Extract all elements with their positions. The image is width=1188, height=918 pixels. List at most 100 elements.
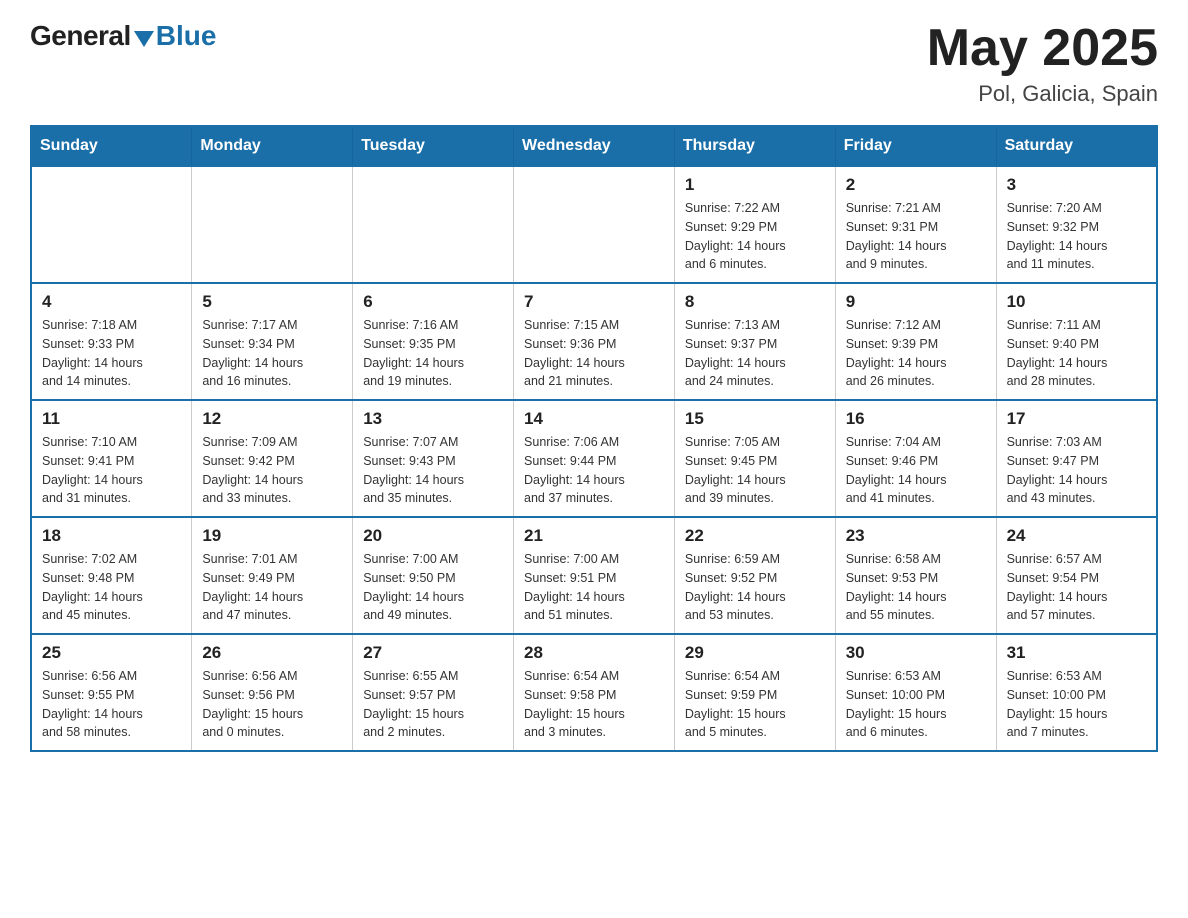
day-number: 25: [42, 643, 181, 663]
logo: General Blue: [30, 20, 216, 52]
day-number: 4: [42, 292, 181, 312]
day-info: Sunrise: 6:57 AMSunset: 9:54 PMDaylight:…: [1007, 550, 1146, 625]
weekday-header-thursday: Thursday: [674, 126, 835, 166]
weekday-header-wednesday: Wednesday: [514, 126, 675, 166]
calendar-cell: 29 Sunrise: 6:54 AMSunset: 9:59 PMDayligh…: [674, 634, 835, 751]
day-info: Sunrise: 7:16 AMSunset: 9:35 PMDaylight:…: [363, 316, 503, 391]
day-info: Sunrise: 7:10 AMSunset: 9:41 PMDaylight:…: [42, 433, 181, 508]
calendar-cell: 7 Sunrise: 7:15 AMSunset: 9:36 PMDaylight…: [514, 283, 675, 400]
calendar-week-row: 25 Sunrise: 6:56 AMSunset: 9:55 PMDayligh…: [31, 634, 1157, 751]
day-info: Sunrise: 7:09 AMSunset: 9:42 PMDaylight:…: [202, 433, 342, 508]
day-number: 11: [42, 409, 181, 429]
day-info: Sunrise: 7:00 AMSunset: 9:51 PMDaylight:…: [524, 550, 664, 625]
logo-blue-text: Blue: [156, 20, 217, 52]
day-number: 29: [685, 643, 825, 663]
calendar-cell: 12 Sunrise: 7:09 AMSunset: 9:42 PMDayligh…: [192, 400, 353, 517]
day-number: 17: [1007, 409, 1146, 429]
day-number: 1: [685, 175, 825, 195]
day-info: Sunrise: 6:53 AMSunset: 10:00 PMDaylight…: [1007, 667, 1146, 742]
day-info: Sunrise: 6:54 AMSunset: 9:59 PMDaylight:…: [685, 667, 825, 742]
day-number: 9: [846, 292, 986, 312]
day-number: 19: [202, 526, 342, 546]
calendar-cell: 19 Sunrise: 7:01 AMSunset: 9:49 PMDayligh…: [192, 517, 353, 634]
weekday-header-tuesday: Tuesday: [353, 126, 514, 166]
day-info: Sunrise: 6:58 AMSunset: 9:53 PMDaylight:…: [846, 550, 986, 625]
calendar-cell: 30 Sunrise: 6:53 AMSunset: 10:00 PMDaylig…: [835, 634, 996, 751]
calendar-cell: 17 Sunrise: 7:03 AMSunset: 9:47 PMDayligh…: [996, 400, 1157, 517]
day-number: 18: [42, 526, 181, 546]
calendar-cell: [514, 166, 675, 283]
logo-arrow-icon: [134, 31, 154, 47]
day-info: Sunrise: 6:56 AMSunset: 9:55 PMDaylight:…: [42, 667, 181, 742]
calendar-cell: 15 Sunrise: 7:05 AMSunset: 9:45 PMDayligh…: [674, 400, 835, 517]
day-number: 12: [202, 409, 342, 429]
day-info: Sunrise: 7:20 AMSunset: 9:32 PMDaylight:…: [1007, 199, 1146, 274]
calendar-cell: 10Sunrise: 7:11 AMSunset: 9:40 PMDayligh…: [996, 283, 1157, 400]
calendar-cell: 14Sunrise: 7:06 AMSunset: 9:44 PMDayligh…: [514, 400, 675, 517]
calendar-cell: 8 Sunrise: 7:13 AMSunset: 9:37 PMDaylight…: [674, 283, 835, 400]
day-number: 30: [846, 643, 986, 663]
calendar-cell: [192, 166, 353, 283]
day-info: Sunrise: 7:11 AMSunset: 9:40 PMDaylight:…: [1007, 316, 1146, 391]
day-number: 14: [524, 409, 664, 429]
calendar-cell: 3Sunrise: 7:20 AMSunset: 9:32 PMDaylight…: [996, 166, 1157, 283]
day-number: 26: [202, 643, 342, 663]
day-info: Sunrise: 6:56 AMSunset: 9:56 PMDaylight:…: [202, 667, 342, 742]
calendar-cell: [31, 166, 192, 283]
calendar-cell: 31Sunrise: 6:53 AMSunset: 10:00 PMDaylig…: [996, 634, 1157, 751]
logo-general-text: General: [30, 20, 131, 52]
day-info: Sunrise: 7:13 AMSunset: 9:37 PMDaylight:…: [685, 316, 825, 391]
day-info: Sunrise: 6:53 AMSunset: 10:00 PMDaylight…: [846, 667, 986, 742]
day-info: Sunrise: 7:12 AMSunset: 9:39 PMDaylight:…: [846, 316, 986, 391]
day-info: Sunrise: 6:54 AMSunset: 9:58 PMDaylight:…: [524, 667, 664, 742]
day-number: 16: [846, 409, 986, 429]
day-info: Sunrise: 7:18 AMSunset: 9:33 PMDaylight:…: [42, 316, 181, 391]
calendar-cell: 9 Sunrise: 7:12 AMSunset: 9:39 PMDaylight…: [835, 283, 996, 400]
calendar-cell: 21 Sunrise: 7:00 AMSunset: 9:51 PMDayligh…: [514, 517, 675, 634]
day-number: 21: [524, 526, 664, 546]
day-info: Sunrise: 7:00 AMSunset: 9:50 PMDaylight:…: [363, 550, 503, 625]
calendar-week-row: 11 Sunrise: 7:10 AMSunset: 9:41 PMDayligh…: [31, 400, 1157, 517]
weekday-header-monday: Monday: [192, 126, 353, 166]
day-number: 20: [363, 526, 503, 546]
weekday-header-friday: Friday: [835, 126, 996, 166]
day-info: Sunrise: 7:21 AMSunset: 9:31 PMDaylight:…: [846, 199, 986, 274]
calendar-cell: 5 Sunrise: 7:17 AMSunset: 9:34 PMDaylight…: [192, 283, 353, 400]
day-info: Sunrise: 7:17 AMSunset: 9:34 PMDaylight:…: [202, 316, 342, 391]
calendar-cell: 22 Sunrise: 6:59 AMSunset: 9:52 PMDayligh…: [674, 517, 835, 634]
calendar-cell: 16 Sunrise: 7:04 AMSunset: 9:46 PMDayligh…: [835, 400, 996, 517]
day-number: 27: [363, 643, 503, 663]
calendar-cell: 28Sunrise: 6:54 AMSunset: 9:58 PMDayligh…: [514, 634, 675, 751]
weekday-header-sunday: Sunday: [31, 126, 192, 166]
calendar-title: May 2025: [927, 20, 1158, 77]
day-number: 13: [363, 409, 503, 429]
day-info: Sunrise: 7:04 AMSunset: 9:46 PMDaylight:…: [846, 433, 986, 508]
title-block: May 2025 Pol, Galicia, Spain: [927, 20, 1158, 107]
weekday-header-saturday: Saturday: [996, 126, 1157, 166]
calendar-location: Pol, Galicia, Spain: [927, 81, 1158, 107]
day-number: 22: [685, 526, 825, 546]
day-info: Sunrise: 7:05 AMSunset: 9:45 PMDaylight:…: [685, 433, 825, 508]
calendar-cell: 2Sunrise: 7:21 AMSunset: 9:31 PMDaylight…: [835, 166, 996, 283]
calendar-cell: 27Sunrise: 6:55 AMSunset: 9:57 PMDayligh…: [353, 634, 514, 751]
day-info: Sunrise: 7:07 AMSunset: 9:43 PMDaylight:…: [363, 433, 503, 508]
calendar-cell: 24Sunrise: 6:57 AMSunset: 9:54 PMDayligh…: [996, 517, 1157, 634]
day-number: 15: [685, 409, 825, 429]
calendar-cell: 18Sunrise: 7:02 AMSunset: 9:48 PMDayligh…: [31, 517, 192, 634]
calendar-cell: 13 Sunrise: 7:07 AMSunset: 9:43 PMDayligh…: [353, 400, 514, 517]
day-info: Sunrise: 7:15 AMSunset: 9:36 PMDaylight:…: [524, 316, 664, 391]
day-info: Sunrise: 7:03 AMSunset: 9:47 PMDaylight:…: [1007, 433, 1146, 508]
page-header: General Blue May 2025 Pol, Galicia, Spai…: [30, 20, 1158, 107]
calendar-cell: 23Sunrise: 6:58 AMSunset: 9:53 PMDayligh…: [835, 517, 996, 634]
calendar-cell: 6Sunrise: 7:16 AMSunset: 9:35 PMDaylight…: [353, 283, 514, 400]
weekday-header-row: SundayMondayTuesdayWednesdayThursdayFrid…: [31, 126, 1157, 166]
calendar-cell: 26 Sunrise: 6:56 AMSunset: 9:56 PMDayligh…: [192, 634, 353, 751]
day-number: 7: [524, 292, 664, 312]
calendar-cell: 25 Sunrise: 6:56 AMSunset: 9:55 PMDayligh…: [31, 634, 192, 751]
day-info: Sunrise: 6:59 AMSunset: 9:52 PMDaylight:…: [685, 550, 825, 625]
day-number: 5: [202, 292, 342, 312]
calendar-week-row: 18Sunrise: 7:02 AMSunset: 9:48 PMDayligh…: [31, 517, 1157, 634]
day-number: 8: [685, 292, 825, 312]
day-info: Sunrise: 7:01 AMSunset: 9:49 PMDaylight:…: [202, 550, 342, 625]
calendar-cell: 11 Sunrise: 7:10 AMSunset: 9:41 PMDayligh…: [31, 400, 192, 517]
